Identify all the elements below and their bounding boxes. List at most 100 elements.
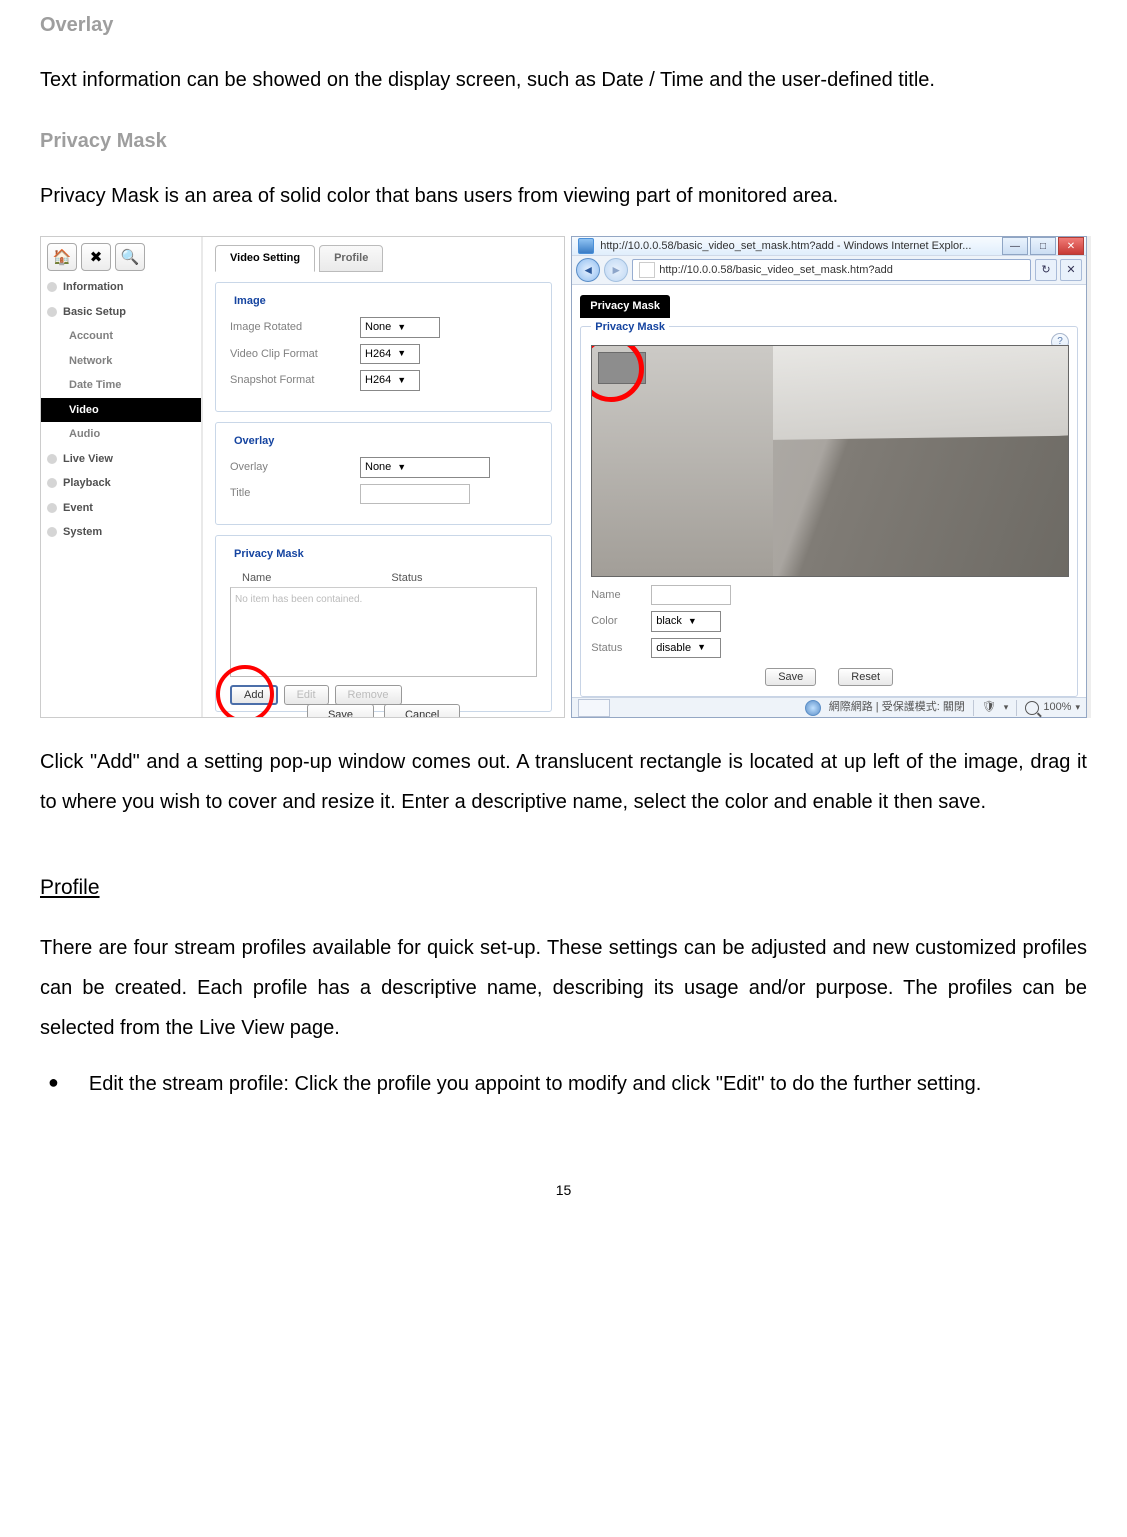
snapshot-format-select[interactable]: H264▼ <box>360 370 420 391</box>
bullet-list: ● Edit the stream profile: Click the pro… <box>40 1068 1087 1100</box>
maximize-button[interactable]: □ <box>1030 237 1056 255</box>
ie-title-bar: http://10.0.0.58/basic_video_set_mask.ht… <box>572 237 1086 256</box>
mask-fieldset: Privacy Mask Name Status No item has bee… <box>215 535 552 712</box>
after-shots-text: Click "Add" and a setting pop-up window … <box>40 742 1087 822</box>
add-button[interactable]: Add <box>230 685 278 705</box>
heading-privacy-mask: Privacy Mask <box>40 126 1087 156</box>
image-rotated-select[interactable]: None ▼ <box>360 317 440 338</box>
snapshot-format-label: Snapshot Format <box>230 372 360 389</box>
status-text: 網際網路 | 受保護模式: 關閉 <box>829 699 965 716</box>
zoom-value: 100% <box>1043 699 1071 716</box>
edit-button[interactable]: Edit <box>284 685 329 705</box>
mask-status-col: Status <box>391 570 422 587</box>
cancel-button[interactable]: Cancel <box>384 704 460 719</box>
mask-rectangle[interactable] <box>598 352 646 384</box>
sidebar-item-video[interactable]: Video <box>41 398 201 423</box>
image-fieldset: Image Image Rotated None▼ Video Clip For… <box>215 282 552 412</box>
list-item-text: Edit the stream profile: Click the profi… <box>89 1068 981 1100</box>
close-button[interactable]: ✕ <box>1058 237 1084 255</box>
settings-screenshot: 🏠 ✖ 🔍 Information Basic Setup Account Ne… <box>40 236 565 718</box>
profile-body-text: There are four stream profiles available… <box>40 928 1087 1048</box>
chevron-down-icon: ▼ <box>697 641 706 655</box>
camera-ceiling <box>773 345 1068 456</box>
sidebar-label: Date Time <box>69 377 121 394</box>
ie-address-bar: ◄ ► http://10.0.0.58/basic_video_set_mas… <box>572 256 1086 285</box>
chevron-down-icon: ▾ <box>1075 701 1080 715</box>
sidebar-item-live-view[interactable]: Live View <box>41 447 201 472</box>
page-number: 15 <box>40 1180 1087 1201</box>
select-value: black <box>656 613 682 630</box>
overlay-select[interactable]: None▼ <box>360 457 490 478</box>
list-item: ● Edit the stream profile: Click the pro… <box>40 1068 1087 1100</box>
sidebar-label: Video <box>69 402 99 419</box>
refresh-button[interactable]: ↻ <box>1035 259 1057 281</box>
pm-name-label: Name <box>591 587 651 604</box>
heading-overlay: Overlay <box>40 10 1087 40</box>
privacy-mask-fieldset: Privacy Mask ? Name C <box>580 326 1078 698</box>
sidebar-label: Playback <box>63 475 111 492</box>
chevron-down-icon: ▼ <box>397 461 406 475</box>
chevron-down-icon: ▼ <box>397 374 406 388</box>
pm-save-button[interactable]: Save <box>765 668 816 686</box>
sidebar-item-basic-setup[interactable]: Basic Setup <box>41 300 201 325</box>
tab-profile[interactable]: Profile <box>319 245 383 272</box>
tools-button[interactable]: ✖ <box>81 243 111 271</box>
select-value: None <box>365 319 391 336</box>
sidebar-label: Information <box>63 279 124 296</box>
sidebar-item-network[interactable]: Network <box>41 349 201 374</box>
pm-name-input[interactable] <box>651 585 731 605</box>
back-button[interactable]: ◄ <box>576 258 600 282</box>
pm-status-select[interactable]: disable ▼ <box>651 638 721 659</box>
home-button[interactable]: 🏠 <box>47 243 77 271</box>
zoom-icon <box>1025 701 1039 715</box>
select-value: disable <box>656 640 691 657</box>
sidebar-item-account[interactable]: Account <box>41 324 201 349</box>
chevron-down-icon: ▼ <box>397 321 406 335</box>
address-field[interactable]: http://10.0.0.58/basic_video_set_mask.ht… <box>632 259 1031 281</box>
bullet-icon <box>47 282 57 292</box>
sidebar: 🏠 ✖ 🔍 Information Basic Setup Account Ne… <box>41 237 203 718</box>
mask-name-col: Name <box>242 570 271 587</box>
sidebar-item-information[interactable]: Information <box>41 275 201 300</box>
pm-color-select[interactable]: black ▼ <box>651 611 721 632</box>
popup-screenshot: http://10.0.0.58/basic_video_set_mask.ht… <box>571 236 1087 718</box>
sidebar-item-event[interactable]: Event <box>41 496 201 521</box>
sidebar-item-audio[interactable]: Audio <box>41 422 201 447</box>
security-dropdown-icon[interactable]: ▾ <box>1004 701 1009 715</box>
empty-message: No item has been contained. <box>235 594 362 605</box>
ie-status-bar: 網際網路 | 受保護模式: 關閉 🛡 ▾ 100% ▾ <box>572 697 1086 717</box>
sidebar-item-playback[interactable]: Playback <box>41 471 201 496</box>
overlay-label: Overlay <box>230 459 360 476</box>
sidebar-label: Account <box>69 328 113 345</box>
image-rotated-label: Image Rotated <box>230 319 360 336</box>
stop-button[interactable]: ✕ <box>1060 259 1082 281</box>
sidebar-item-date-time[interactable]: Date Time <box>41 373 201 398</box>
save-button[interactable]: Save <box>307 704 374 719</box>
video-clip-format-label: Video Clip Format <box>230 346 360 363</box>
sidebar-item-system[interactable]: System <box>41 520 201 545</box>
remove-button[interactable]: Remove <box>335 685 402 705</box>
sidebar-label: Live View <box>63 451 113 468</box>
sidebar-label: Basic Setup <box>63 304 126 321</box>
bullet-icon: ● <box>48 1068 59 1097</box>
chevron-down-icon: ▼ <box>688 615 697 629</box>
minimize-button[interactable]: — <box>1002 237 1028 255</box>
divider <box>973 700 974 716</box>
favicon-icon <box>578 238 594 254</box>
privacy-body-text: Privacy Mask is an area of solid color t… <box>40 176 1087 216</box>
privacy-mask-tab[interactable]: Privacy Mask <box>580 295 670 318</box>
title-input[interactable] <box>360 484 470 504</box>
overlay-fieldset: Overlay Overlay None▼ Title <box>215 422 552 525</box>
forward-button[interactable]: ► <box>604 258 628 282</box>
search-button[interactable]: 🔍 <box>115 243 145 271</box>
video-clip-format-select[interactable]: H264▼ <box>360 344 420 365</box>
sidebar-label: Network <box>69 353 112 370</box>
tab-video-setting[interactable]: Video Setting <box>215 245 315 272</box>
window-title: http://10.0.0.58/basic_video_set_mask.ht… <box>600 238 996 255</box>
globe-icon <box>805 700 821 716</box>
bullet-icon <box>47 527 57 537</box>
camera-preview[interactable] <box>591 345 1069 577</box>
mask-list-body: No item has been contained. <box>230 587 537 677</box>
zoom-control[interactable]: 100% ▾ <box>1025 699 1080 716</box>
pm-reset-button[interactable]: Reset <box>838 668 893 686</box>
